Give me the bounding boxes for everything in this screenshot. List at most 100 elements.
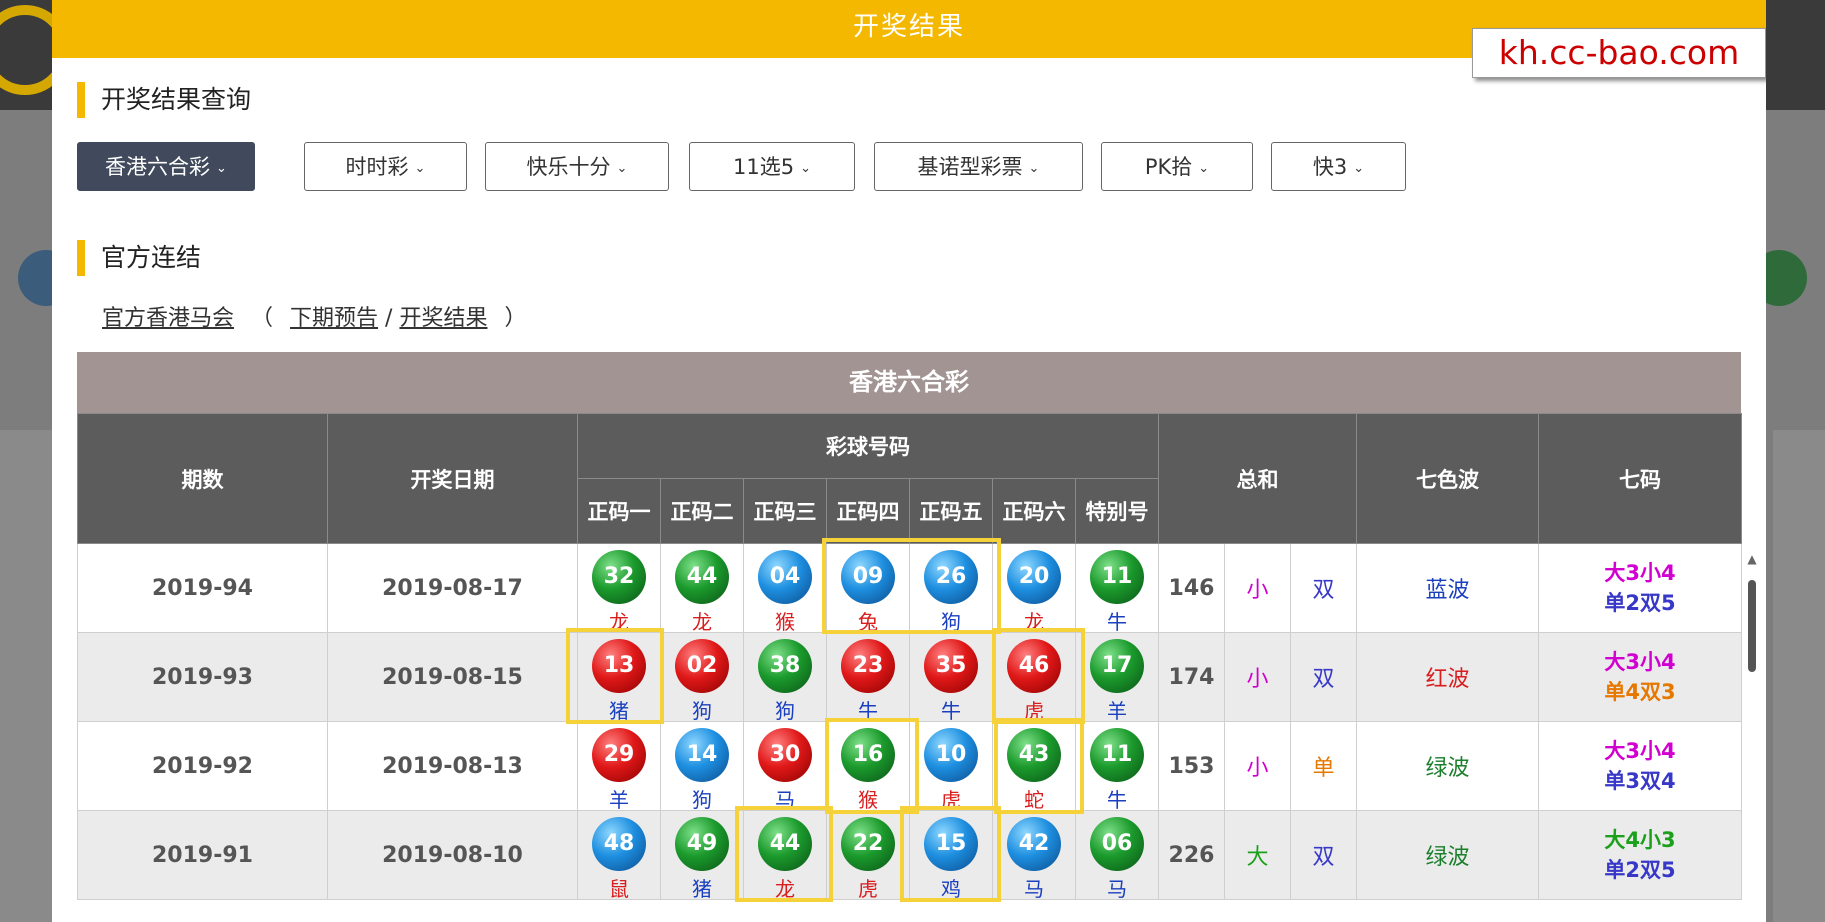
next-preview-link[interactable]: 下期预告 bbox=[290, 306, 378, 331]
qima-cell: 大4小3 单2双5 bbox=[1538, 810, 1743, 900]
zodiac-label: 猴 bbox=[858, 788, 878, 812]
wave-cell: 蓝波 bbox=[1356, 543, 1540, 633]
odd-even-cell: 单 bbox=[1290, 721, 1358, 811]
qima-cell: 大3小4 单3双4 bbox=[1538, 721, 1743, 811]
zodiac-label: 猪 bbox=[609, 699, 629, 723]
ball-cell: 13 猪 bbox=[577, 632, 661, 723]
results-table: 期数 开奖日期 彩球号码 总和 七色波 七码 正码一 正码二 正码三 正码四 正… bbox=[77, 413, 1743, 901]
tab-pk10[interactable]: PK拾 ⌄ bbox=[1101, 142, 1253, 191]
chevron-down-icon: ⌄ bbox=[1198, 161, 1210, 176]
lottery-ball: 15 bbox=[924, 817, 978, 871]
ball-cell: 49 猪 bbox=[660, 810, 744, 901]
ball-cell: 43 蛇 bbox=[992, 721, 1076, 812]
tab-kuai-3[interactable]: 快3 ⌄ bbox=[1271, 142, 1406, 191]
odd-even-cell: 双 bbox=[1290, 543, 1358, 633]
lottery-ball: 11 bbox=[1090, 728, 1144, 782]
tab-keno[interactable]: 基诺型彩票 ⌄ bbox=[874, 142, 1083, 191]
tab-kuaile-shifen[interactable]: 快乐十分 ⌄ bbox=[485, 142, 669, 191]
ball-cell: 16 猴 bbox=[826, 721, 910, 812]
table-scrollbar[interactable]: ▲ bbox=[1745, 552, 1759, 922]
lottery-ball: 10 bbox=[924, 728, 978, 782]
chevron-down-icon: ⌄ bbox=[616, 161, 628, 176]
ball-cell: 44 龙 bbox=[743, 810, 827, 901]
zodiac-label: 虎 bbox=[1024, 699, 1044, 723]
qima-odd-even: 单3双4 bbox=[1604, 769, 1676, 793]
tab-label: 时时彩 bbox=[345, 155, 409, 179]
wave-cell: 红波 bbox=[1356, 632, 1540, 722]
size-cell: 大 bbox=[1224, 810, 1292, 900]
ball-cell: 11 牛 bbox=[1074, 543, 1160, 634]
ball-cell: 15 鸡 bbox=[909, 810, 993, 901]
ball-cell: 42 马 bbox=[992, 810, 1076, 901]
period-cell: 2019-94 bbox=[77, 543, 328, 633]
wave-cell: 绿波 bbox=[1356, 721, 1540, 811]
header-balls: 彩球号码 bbox=[576, 413, 1160, 479]
chevron-down-icon: ⌄ bbox=[1028, 161, 1040, 176]
lottery-ball: 38 bbox=[758, 639, 812, 693]
official-links: 官方香港马会 （ 下期预告 / 开奖结果 ） bbox=[102, 300, 537, 332]
header-ball-5: 正码五 bbox=[909, 478, 993, 544]
scrollbar-thumb[interactable] bbox=[1748, 580, 1756, 672]
zodiac-label: 龙 bbox=[1024, 610, 1044, 634]
ball-cell: 22 虎 bbox=[826, 810, 910, 901]
zodiac-label: 狗 bbox=[692, 788, 712, 812]
header-ball-1: 正码一 bbox=[577, 478, 661, 544]
scroll-up-arrow-icon[interactable]: ▲ bbox=[1745, 552, 1759, 566]
header-ball-4: 正码四 bbox=[826, 478, 910, 544]
zodiac-label: 羊 bbox=[609, 788, 629, 812]
date-cell: 2019-08-15 bbox=[327, 632, 578, 722]
size-cell: 小 bbox=[1224, 543, 1292, 633]
size-cell: 小 bbox=[1224, 632, 1292, 722]
period-cell: 2019-93 bbox=[77, 632, 328, 722]
official-hkjc-link[interactable]: 官方香港马会 bbox=[102, 306, 234, 331]
ball-cell: 26 狗 bbox=[909, 543, 993, 634]
date-cell: 2019-08-17 bbox=[327, 543, 578, 633]
qima-size: 大3小4 bbox=[1604, 739, 1676, 763]
lottery-ball: 48 bbox=[592, 817, 646, 871]
ball-cell: 09 兔 bbox=[826, 543, 910, 634]
chevron-down-icon: ⌄ bbox=[1353, 161, 1365, 176]
zodiac-label: 羊 bbox=[1107, 699, 1127, 723]
official-section-title: 官方连结 bbox=[77, 240, 201, 276]
lottery-ball: 46 bbox=[1007, 639, 1061, 693]
sum-cell: 226 bbox=[1158, 810, 1226, 900]
zodiac-label: 狗 bbox=[775, 699, 795, 723]
header-ball-3: 正码三 bbox=[743, 478, 827, 544]
size-cell: 小 bbox=[1224, 721, 1292, 811]
tab-hk-mark-six[interactable]: 香港六合彩 ⌄ bbox=[77, 142, 255, 191]
qima-cell: 大3小4 单2双5 bbox=[1538, 543, 1743, 633]
zodiac-label: 牛 bbox=[941, 699, 961, 723]
tab-11-xuan-5[interactable]: 11选5 ⌄ bbox=[689, 142, 855, 191]
ball-cell: 23 牛 bbox=[826, 632, 910, 723]
lottery-ball: 17 bbox=[1090, 639, 1144, 693]
zodiac-label: 马 bbox=[1024, 877, 1044, 901]
qima-odd-even: 单2双5 bbox=[1604, 591, 1676, 615]
chevron-down-icon: ⌄ bbox=[216, 161, 227, 176]
zodiac-label: 狗 bbox=[692, 699, 712, 723]
tab-shishicai[interactable]: 时时彩 ⌄ bbox=[304, 142, 467, 191]
tab-label: 基诺型彩票 bbox=[917, 155, 1023, 179]
zodiac-label: 虎 bbox=[858, 877, 878, 901]
zodiac-label: 猴 bbox=[775, 610, 795, 634]
zodiac-label: 龙 bbox=[692, 610, 712, 634]
header-wave: 七色波 bbox=[1356, 413, 1540, 544]
header-special-ball: 特别号 bbox=[1074, 478, 1160, 544]
results-link[interactable]: 开奖结果 bbox=[399, 306, 487, 331]
zodiac-label: 狗 bbox=[941, 610, 961, 634]
header-ball-2: 正码二 bbox=[660, 478, 744, 544]
table-row: 2019-91 2019-08-10 48 鼠 49 猪 44 龙 22 虎 15 鸡 42 马 06 马 22… bbox=[77, 810, 1743, 901]
lottery-ball: 32 bbox=[592, 550, 646, 604]
period-cell: 2019-92 bbox=[77, 721, 328, 811]
wave-cell: 绿波 bbox=[1356, 810, 1540, 900]
ball-cell: 32 龙 bbox=[577, 543, 661, 634]
lottery-ball: 09 bbox=[841, 550, 895, 604]
lottery-ball: 43 bbox=[1007, 728, 1061, 782]
tab-label: 11选5 bbox=[733, 155, 795, 179]
open-paren: （ bbox=[251, 306, 274, 331]
zodiac-label: 蛇 bbox=[1024, 788, 1044, 812]
zodiac-label: 马 bbox=[1107, 877, 1127, 901]
lottery-ball: 26 bbox=[924, 550, 978, 604]
odd-even-cell: 双 bbox=[1290, 810, 1358, 900]
lottery-ball: 44 bbox=[675, 550, 729, 604]
ball-cell: 48 鼠 bbox=[577, 810, 661, 901]
